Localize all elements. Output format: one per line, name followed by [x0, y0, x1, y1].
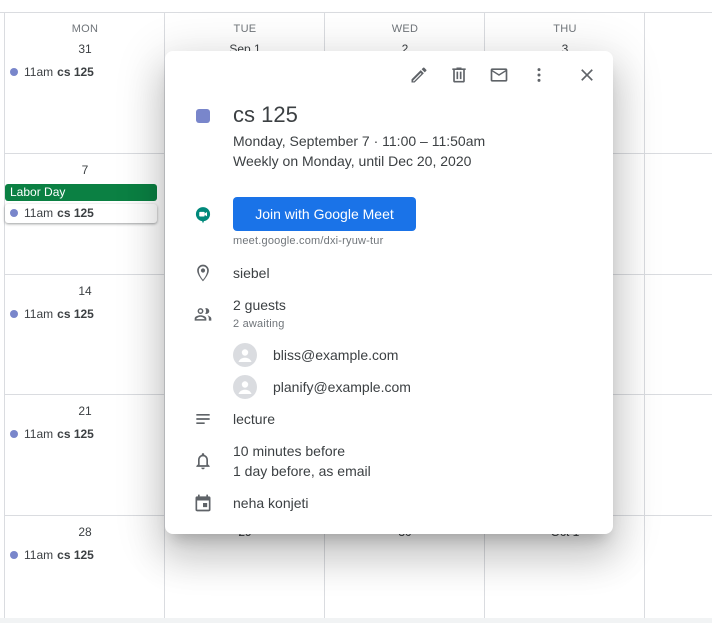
event-color-dot — [10, 310, 18, 318]
day-header-mon: MON — [71, 23, 99, 35]
reminder: 1 day before, as email — [233, 463, 371, 479]
person-icon — [238, 381, 252, 394]
event-chip[interactable]: 11am cs 125 — [10, 64, 94, 80]
day-header-tue: TUE — [233, 23, 257, 35]
event-time: 11am — [24, 307, 54, 321]
event-title: cs 125 — [57, 427, 94, 441]
guest-email[interactable]: planify@example.com — [273, 379, 411, 395]
event-color-dot — [10, 68, 18, 76]
guest-avatar — [233, 343, 257, 367]
more-vert-icon — [537, 68, 541, 82]
date-number[interactable]: 31 — [5, 42, 165, 56]
event-color-swatch — [196, 109, 210, 123]
guests-count: 2 guests — [233, 297, 286, 313]
close-popup-button[interactable] — [575, 63, 599, 87]
calendar-icon — [191, 491, 215, 515]
close-icon — [581, 69, 593, 81]
date-number[interactable]: 21 — [5, 404, 165, 418]
grid-top-rule — [0, 12, 712, 13]
day-header-wed: WED — [391, 23, 419, 35]
more-options-button[interactable] — [527, 63, 551, 87]
person-icon — [238, 349, 252, 362]
mail-icon — [490, 68, 508, 82]
date-number[interactable]: 14 — [5, 284, 165, 298]
description-lines-icon — [191, 407, 215, 431]
event-title: cs 125 — [57, 548, 94, 562]
event-title: cs 125 — [57, 65, 94, 79]
date-number[interactable]: 28 — [5, 525, 165, 539]
event-color-dot — [10, 209, 18, 217]
event-location[interactable]: siebel — [233, 265, 270, 281]
trash-icon — [452, 67, 466, 83]
event-chip[interactable]: 11am cs 125 — [10, 547, 94, 563]
day-header-thu: THU — [553, 23, 577, 35]
all-day-event-chip[interactable]: Labor Day — [5, 184, 157, 201]
event-description: lecture — [233, 411, 276, 427]
guests-people-icon — [191, 302, 215, 326]
pencil-icon — [411, 67, 427, 83]
email-guests-button[interactable] — [487, 63, 511, 87]
event-time: 11am — [24, 206, 54, 220]
guests-status: 2 awaiting — [233, 318, 285, 330]
event-title-heading: cs 125 — [233, 102, 298, 127]
event-color-dot — [10, 551, 18, 559]
event-chip[interactable]: 11am cs 125 — [10, 306, 94, 322]
event-details-popup: cs 125 Monday, September 7 · 11:00 – 11:… — [165, 51, 613, 534]
event-chip-selected[interactable]: 11am cs 125 — [10, 205, 94, 221]
delete-event-button[interactable] — [447, 63, 471, 87]
join-google-meet-button[interactable]: Join with Google Meet — [233, 197, 416, 231]
google-meet-icon — [191, 203, 215, 227]
guest-email[interactable]: bliss@example.com — [273, 347, 398, 363]
event-time: 11am — [24, 548, 54, 562]
date-number[interactable]: 7 — [5, 163, 165, 177]
location-pin-icon — [191, 261, 215, 285]
bell-icon — [191, 449, 215, 473]
event-organizer: neha konjeti — [233, 495, 309, 511]
event-title: cs 125 — [57, 206, 94, 220]
guest-avatar — [233, 375, 257, 399]
meet-link[interactable]: meet.google.com/dxi-ryuw-tur — [233, 235, 384, 247]
event-color-dot — [10, 430, 18, 438]
event-time: 11am — [24, 65, 54, 79]
event-date-time: Monday, September 7 · 11:00 – 11:50am — [233, 133, 486, 149]
reminder: 10 minutes before — [233, 443, 346, 459]
event-time: 11am — [24, 427, 54, 441]
event-recurrence: Weekly on Monday, until Dec 20, 2020 — [233, 153, 472, 169]
grid-bottom-bar — [0, 618, 712, 623]
event-title: cs 125 — [57, 307, 94, 321]
event-chip[interactable]: 11am cs 125 — [10, 426, 94, 442]
edit-event-button[interactable] — [407, 63, 431, 87]
